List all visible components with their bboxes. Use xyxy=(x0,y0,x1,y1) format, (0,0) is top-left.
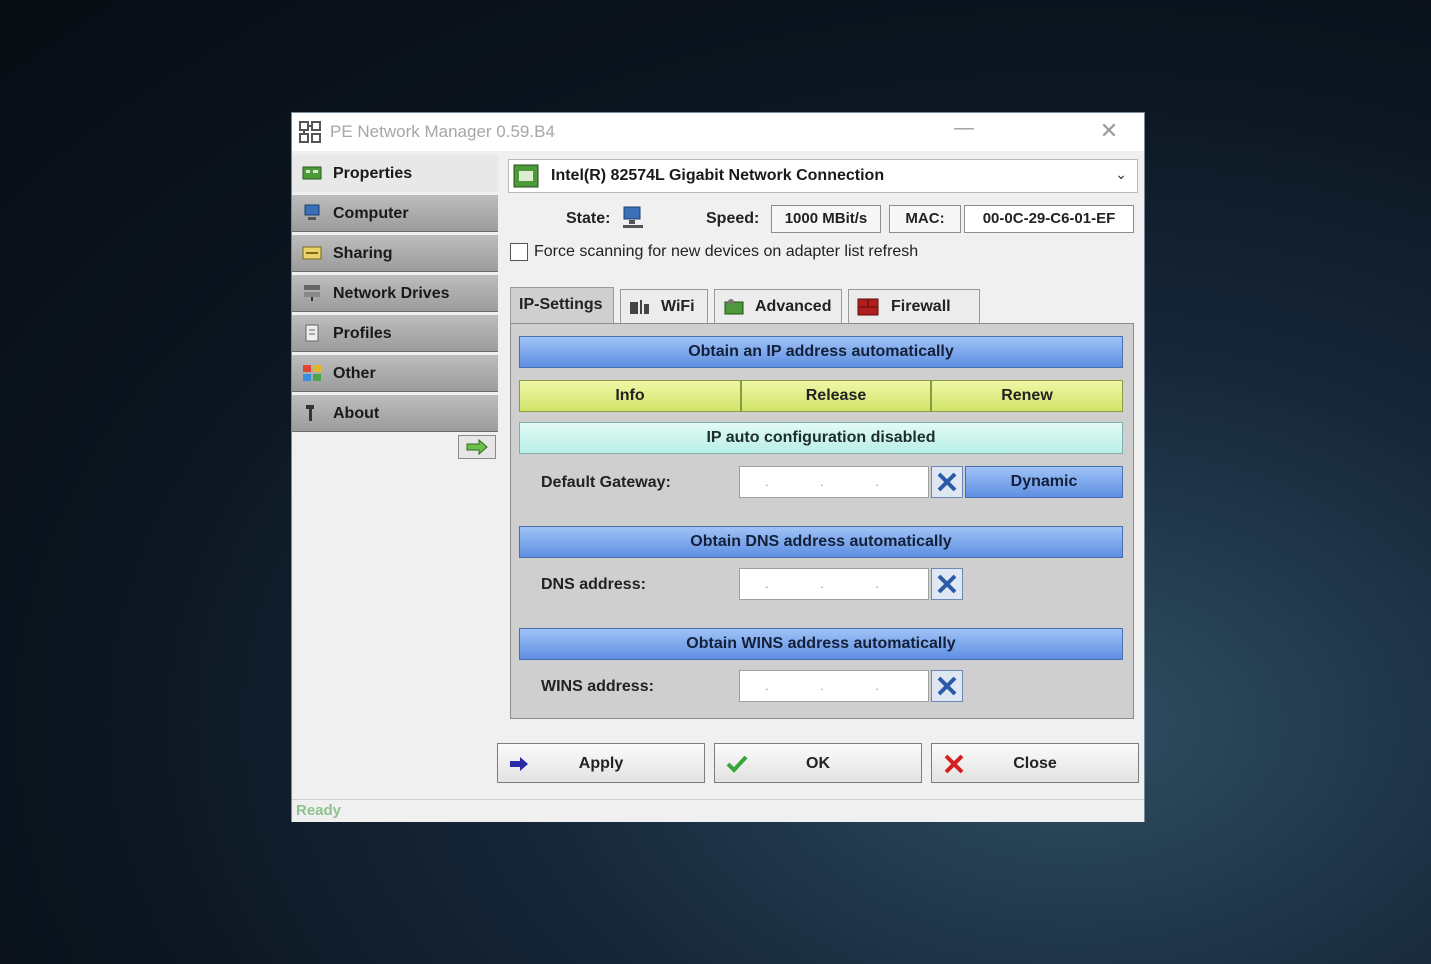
status-text: Ready xyxy=(296,802,342,819)
advanced-icon xyxy=(724,299,744,315)
dns-address-label: DNS address: xyxy=(541,576,646,593)
wins-address-input[interactable]: . . . xyxy=(739,670,929,702)
force-scan-checkbox[interactable] xyxy=(510,243,528,261)
network-adapter-icon xyxy=(513,164,539,188)
clear-wins-button[interactable] xyxy=(931,670,963,702)
wins-address-label: WINS address: xyxy=(541,678,654,695)
ok-button[interactable]: OK xyxy=(714,743,922,783)
sharing-icon xyxy=(302,246,322,260)
sidebar-item-sharing[interactable]: Sharing xyxy=(292,235,498,272)
sidebar-item-properties[interactable]: Properties xyxy=(292,155,498,192)
network-drives-icon xyxy=(304,285,320,301)
chevron-down-icon[interactable]: ⌄ xyxy=(1115,166,1127,183)
window-title: PE Network Manager 0.59.B4 xyxy=(330,122,555,141)
obtain-dns-auto-button[interactable]: Obtain DNS address automatically xyxy=(519,526,1123,558)
tab-firewall[interactable]: Firewall xyxy=(848,289,980,323)
close-button[interactable]: Close xyxy=(931,743,1139,783)
clear-x-icon xyxy=(937,676,957,696)
sidebar: Properties Computer Sharing Network Driv… xyxy=(292,155,498,795)
state-label: State: xyxy=(566,210,611,227)
tab-label: Firewall xyxy=(891,298,951,315)
close-label: Close xyxy=(1013,755,1057,772)
wifi-icon xyxy=(630,300,649,314)
network-card-icon xyxy=(302,166,322,180)
sidebar-item-profiles[interactable]: Profiles xyxy=(292,315,498,352)
obtain-ip-auto-button[interactable]: Obtain an IP address automatically xyxy=(519,336,1123,368)
minimize-button[interactable]: — xyxy=(954,117,974,140)
force-scan-label: Force scanning for new devices on adapte… xyxy=(534,243,919,260)
other-icon xyxy=(303,365,321,381)
release-button[interactable]: Release xyxy=(741,380,931,412)
app-window: PE Network Manager 0.59.B4 — ✕ Propertie… xyxy=(291,112,1145,822)
dns-address-input[interactable]: . . . xyxy=(739,568,929,600)
adapter-select-value: Intel(R) 82574L Gigabit Network Connecti… xyxy=(551,167,885,184)
tab-label: WiFi xyxy=(661,298,695,315)
adapter-select[interactable]: Intel(R) 82574L Gigabit Network Connecti… xyxy=(508,159,1138,193)
sidebar-item-computer[interactable]: Computer xyxy=(292,195,498,232)
tab-ip-settings[interactable]: IP-Settings xyxy=(510,287,614,325)
sidebar-item-label: Network Drives xyxy=(333,285,450,302)
sidebar-item-label: Properties xyxy=(333,165,413,182)
sidebar-item-network-drives[interactable]: Network Drives xyxy=(292,275,498,312)
info-button[interactable]: Info xyxy=(519,380,741,412)
collapse-sidebar-button[interactable] xyxy=(458,435,496,459)
status-bar: Ready xyxy=(292,799,1144,822)
close-window-button[interactable]: ✕ xyxy=(1098,118,1120,144)
tab-wifi[interactable]: WiFi xyxy=(620,289,708,323)
sidebar-item-label: Computer xyxy=(333,205,409,222)
profiles-icon xyxy=(305,324,319,342)
ok-label: OK xyxy=(806,755,830,772)
apply-label: Apply xyxy=(578,755,624,772)
computer-icon xyxy=(304,204,320,220)
sidebar-item-label: About xyxy=(333,405,380,422)
title-bar: PE Network Manager 0.59.B4 — ✕ xyxy=(292,113,1144,151)
mac-label: MAC: xyxy=(889,205,961,233)
default-gateway-input[interactable]: . . . xyxy=(739,466,929,498)
about-icon xyxy=(306,405,314,421)
connected-computer-icon xyxy=(623,206,643,228)
clear-x-icon xyxy=(937,472,957,492)
tab-advanced[interactable]: Advanced xyxy=(714,289,842,323)
sidebar-item-label: Other xyxy=(333,365,376,382)
sidebar-item-other[interactable]: Other xyxy=(292,355,498,392)
firewall-icon xyxy=(857,298,879,316)
speed-value: 1000 MBit/s xyxy=(771,205,881,233)
tab-label: IP-Settings xyxy=(519,296,603,313)
sidebar-item-label: Sharing xyxy=(333,245,393,262)
apply-button[interactable]: Apply xyxy=(497,743,705,783)
clear-gateway-button[interactable] xyxy=(931,466,963,498)
sidebar-item-label: Profiles xyxy=(333,325,392,342)
mac-value: 00-0C-29-C6-01-EF xyxy=(964,205,1134,233)
tab-label: Advanced xyxy=(755,298,832,315)
renew-button[interactable]: Renew xyxy=(931,380,1123,412)
ip-auto-config-status[interactable]: IP auto configuration disabled xyxy=(519,422,1123,454)
ip-settings-panel: Obtain an IP address automatically Info … xyxy=(510,323,1134,719)
obtain-wins-auto-button[interactable]: Obtain WINS address automatically xyxy=(519,628,1123,660)
clear-dns-button[interactable] xyxy=(931,568,963,600)
arrow-right-icon xyxy=(466,438,488,456)
clear-x-icon xyxy=(937,574,957,594)
default-gateway-label: Default Gateway: xyxy=(541,474,671,491)
dynamic-button[interactable]: Dynamic xyxy=(965,466,1123,498)
app-network-icon xyxy=(299,121,321,143)
sidebar-item-about[interactable]: About xyxy=(292,395,498,432)
speed-label: Speed: xyxy=(706,210,760,227)
